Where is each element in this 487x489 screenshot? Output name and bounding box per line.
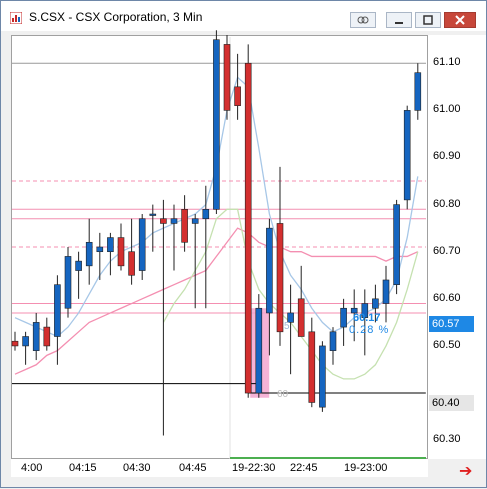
- up-candle: [85, 241, 93, 267]
- up-candle: [54, 284, 61, 337]
- marker-small-label: 5: [284, 321, 290, 332]
- down-candle: [160, 218, 167, 224]
- down-candle: [223, 44, 231, 111]
- price-tick-label: 60.60: [433, 291, 461, 304]
- up-candle: [403, 110, 411, 201]
- time-tick-label: 22:45: [290, 462, 318, 474]
- percent-change-overlay: 0.28 %: [349, 324, 390, 336]
- up-candle: [372, 298, 379, 309]
- price-tick-label: 60.70: [433, 244, 461, 257]
- scroll-right-arrow-icon[interactable]: ➔: [459, 461, 472, 481]
- down-candle: [181, 209, 188, 243]
- up-candle: [329, 331, 337, 351]
- down-candle: [117, 237, 125, 267]
- up-candle: [319, 345, 326, 408]
- price-tick-label: 61.00: [433, 103, 461, 116]
- last-price-marker: 60.57: [429, 316, 474, 332]
- pink-average-line: [14, 227, 419, 375]
- down-candle: [234, 86, 241, 106]
- up-candle: [213, 39, 220, 210]
- price-tick-label: 60.90: [433, 150, 461, 163]
- time-tick-label: 04:15: [69, 462, 97, 474]
- up-candle: [393, 204, 400, 285]
- reference-price-marker: 60.40: [429, 395, 474, 411]
- down-candle: [244, 62, 252, 394]
- down-candle: [276, 223, 284, 333]
- down-candle: [11, 340, 19, 347]
- up-candle: [266, 227, 273, 314]
- down-candle: [128, 251, 135, 276]
- up-candle: [107, 237, 114, 253]
- up-candle: [22, 336, 29, 347]
- volume-small-label: 60: [277, 389, 289, 400]
- time-tick-label: 04:30: [123, 462, 151, 474]
- up-candle: [64, 256, 72, 309]
- down-candle: [43, 326, 51, 347]
- up-candle: [382, 279, 390, 304]
- price-tick-label: 61.10: [433, 56, 461, 69]
- price-tick-label: 60.30: [433, 433, 461, 446]
- down-candle: [308, 331, 316, 403]
- up-candle: [170, 218, 178, 224]
- up-candle: [414, 72, 422, 111]
- up-candle: [75, 260, 82, 271]
- last-price-overlay: 60.17: [353, 312, 381, 324]
- candlestick-chart: [11, 30, 426, 459]
- chart-window: S.CSX - CSX Corporation, 3 Min 61.10 61.0…: [0, 0, 487, 488]
- up-candle: [191, 218, 199, 224]
- up-candle: [138, 218, 146, 271]
- time-tick-label: 4:00: [21, 462, 43, 474]
- up-candle: [255, 307, 263, 394]
- time-tick-label: 19-23:00: [344, 462, 388, 474]
- up-candle: [32, 322, 40, 351]
- price-tick-label: 60.80: [433, 197, 461, 210]
- up-candle: [340, 307, 347, 328]
- down-candle: [297, 298, 305, 337]
- up-candle: [202, 209, 210, 220]
- time-tick-label: 19-22:30: [232, 462, 276, 474]
- up-candle: [96, 246, 104, 253]
- time-tick-label: 04:45: [179, 462, 207, 474]
- price-tick-label: 60.50: [433, 338, 461, 351]
- up-candle: [149, 213, 157, 216]
